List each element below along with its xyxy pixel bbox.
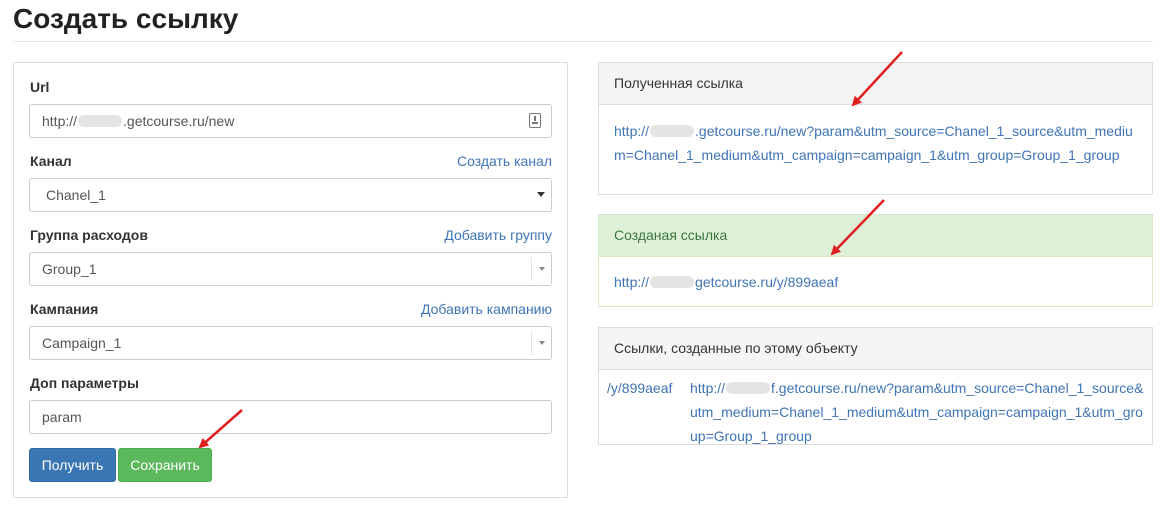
channel-select-value: Chanel_1 — [46, 187, 106, 203]
campaign-select-value: Campaign_1 — [42, 335, 122, 351]
object-links-heading: Ссылки, созданные по этому объекту — [599, 328, 1152, 370]
url-label: Url — [30, 79, 50, 95]
created-link-body: http:// getcourse.ru/y/899aeaf — [599, 257, 1152, 307]
short-link[interactable]: /y/899aeaf — [607, 376, 672, 400]
expense-group-label: Группа расходов — [30, 227, 148, 243]
created-link-url[interactable]: http:// getcourse.ru/y/899aeaf — [614, 270, 1137, 294]
created-link-panel: Созданая ссылка http:// getcourse.ru/y/89… — [598, 214, 1153, 307]
add-group-link[interactable]: Добавить группу — [444, 227, 552, 243]
create-channel-link[interactable]: Создать канал — [457, 153, 552, 169]
select-separator — [531, 331, 532, 355]
full-link[interactable]: http://f.getcourse.ru/new?param&utm_sour… — [690, 376, 1145, 448]
title-divider — [13, 41, 1153, 42]
created-link-prefix: http:// — [614, 274, 650, 290]
created-link-heading: Созданая ссылка — [599, 215, 1152, 257]
get-button[interactable]: Получить — [29, 448, 116, 482]
url-input[interactable]: http:// .getcourse.ru/new — [29, 104, 552, 138]
received-link-heading: Полученная ссылка — [599, 63, 1152, 105]
chevron-down-icon — [537, 192, 545, 197]
campaign-label: Кампания — [30, 301, 99, 317]
chevron-down-icon — [539, 341, 545, 345]
channel-label: Канал — [30, 153, 72, 169]
url-input-suffix: .getcourse.ru/new — [123, 113, 235, 129]
save-button[interactable]: Сохранить — [118, 448, 212, 482]
blurred-domain — [650, 276, 695, 288]
blurred-domain — [650, 125, 695, 137]
channel-select[interactable]: Chanel_1 — [29, 178, 552, 212]
full-link-prefix: http:// — [690, 380, 726, 396]
extra-params-value: param — [42, 409, 82, 425]
expense-group-select[interactable]: Group_1 — [29, 252, 552, 286]
received-link-panel: Полученная ссылка http://.getcourse.ru/n… — [598, 62, 1153, 195]
extra-params-input[interactable]: param — [29, 400, 552, 434]
received-link-prefix: http:// — [614, 123, 650, 139]
add-campaign-link[interactable]: Добавить кампанию — [421, 301, 552, 317]
blurred-domain — [78, 115, 123, 127]
received-link-url[interactable]: http://.getcourse.ru/new?param&utm_sourc… — [614, 119, 1137, 167]
select-separator — [531, 257, 532, 281]
extra-params-label: Доп параметры — [30, 375, 139, 391]
blurred-domain — [726, 382, 771, 394]
table-row: /y/899aeaf http://f.getcourse.ru/new?par… — [599, 370, 1152, 444]
object-links-panel: Ссылки, созданные по этому объекту /y/89… — [598, 327, 1153, 445]
chevron-down-icon — [539, 267, 545, 271]
expense-group-select-value: Group_1 — [42, 261, 97, 277]
received-link-body: http://.getcourse.ru/new?param&utm_sourc… — [599, 105, 1152, 181]
campaign-select[interactable]: Campaign_1 — [29, 326, 552, 360]
page-title: Создать ссылку — [13, 3, 239, 34]
url-input-prefix: http:// — [42, 113, 78, 129]
created-link-rest: getcourse.ru/y/899aeaf — [695, 274, 839, 290]
create-link-form: Url http:// .getcourse.ru/new Канал Созда… — [13, 62, 568, 498]
clipboard-icon[interactable] — [529, 113, 541, 128]
